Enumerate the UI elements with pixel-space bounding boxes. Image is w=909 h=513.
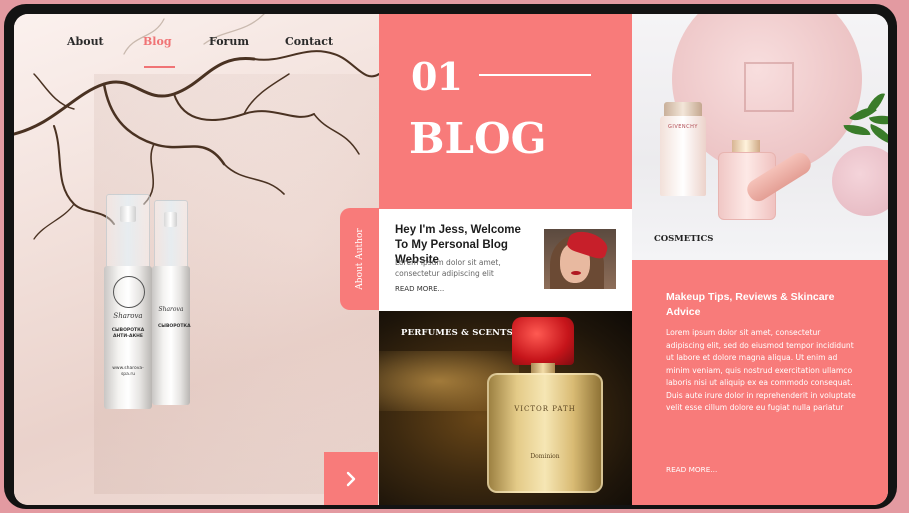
cosmetics-photo[interactable]: GIVENCHY COSMETICS: [632, 14, 888, 260]
bottle-brand: Sharova: [158, 306, 184, 313]
bottle-cap: [154, 200, 188, 268]
number-divider: [479, 74, 591, 76]
bottle-pump: [164, 212, 177, 227]
cream-tube: GIVENCHY: [660, 116, 706, 196]
chevron-right-icon: [346, 471, 356, 487]
nav-forum[interactable]: Forum: [209, 35, 249, 48]
makeup-tips-panel: Makeup Tips, Reviews & Skincare Advice L…: [632, 260, 888, 505]
cream-tube-brand: GIVENCHY: [668, 124, 698, 130]
blog-screen: About Blog Forum Contact Sharova СЫВОРОТ…: [14, 14, 888, 505]
blog-title-panel: 01 BLOG: [379, 14, 632, 209]
author-photo: [544, 229, 616, 289]
bottle-label: СЫВОРОТКА: [158, 324, 191, 329]
perfume-cap: [512, 317, 574, 365]
perfume-brand: VICTOR PATH: [514, 405, 576, 413]
top-navigation: About Blog Forum Contact: [14, 14, 379, 70]
section-number: 01: [411, 54, 463, 99]
makeup-read-more-link[interactable]: READ MORE...: [666, 465, 717, 474]
about-author-tab[interactable]: About Author: [340, 208, 380, 310]
author-lips: [571, 271, 581, 275]
bottle-brand: Sharova: [113, 312, 143, 320]
plant-leaves: [840, 88, 888, 158]
serum-bottle-small: Sharova СЫВОРОТКА: [152, 200, 191, 405]
bottle-body: Sharova СЫВОРОТКА: [152, 266, 191, 405]
nav-active-underline: [144, 66, 175, 68]
bottle-pump: [120, 206, 136, 222]
bottle-body: Sharova СЫВОРОТКА АНТИ-АКНЕ www.sharova-…: [104, 266, 152, 409]
perfume-photo[interactable]: PERFUMES & SCENTS VICTOR PATH Dominion: [379, 311, 632, 505]
cosmetics-category-label: COSMETICS: [654, 234, 714, 244]
pouch-emblem: [744, 62, 794, 112]
bottle-url: www.sharova-spa.ru: [112, 366, 144, 377]
makeup-heading: Makeup Tips, Reviews & Skincare Advice: [666, 291, 835, 318]
perfume-bottle: VICTOR PATH Dominion: [487, 373, 603, 493]
next-button[interactable]: [324, 452, 378, 505]
nav-blog[interactable]: Blog: [143, 35, 172, 48]
about-author-label: About Author: [355, 228, 365, 290]
makeup-body-text: Lorem ipsum dolor sit amet, consectetur …: [666, 328, 856, 412]
page-title: BLOG: [409, 114, 547, 163]
bottle-logo: [113, 276, 145, 308]
hero-photo: About Blog Forum Contact Sharova СЫВОРОТ…: [14, 14, 379, 505]
author-description: Lorem ipsum dolor sit amet, consectetur …: [395, 258, 501, 278]
nav-contact[interactable]: Contact: [285, 35, 333, 48]
author-read-more-link[interactable]: READ MORE...: [395, 285, 444, 293]
perfumes-category-label: PERFUMES & SCENTS: [401, 328, 514, 338]
nav-about[interactable]: About: [67, 35, 104, 48]
author-card: Hey I'm Jess, Welcome To My Personal Blo…: [379, 209, 632, 311]
bottle-label: СЫВОРОТКА АНТИ-АКНЕ: [111, 328, 145, 339]
perfume-product-name: Dominion: [530, 453, 560, 460]
serum-bottle-large: Sharova СЫВОРОТКА АНТИ-АКНЕ www.sharova-…: [104, 194, 152, 409]
